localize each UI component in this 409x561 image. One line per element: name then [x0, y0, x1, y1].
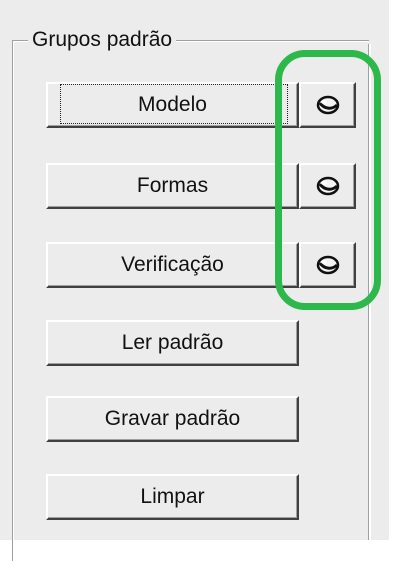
formas-button-label: Formas — [136, 174, 209, 197]
verificacao-button-label: Verificação — [121, 253, 224, 276]
options-panel: Grupos padrão Modelo Formas Verificação — [0, 0, 389, 561]
ler-padrao-button-label: Ler padrão — [121, 331, 224, 354]
gravar-padrao-button[interactable]: Gravar padrão — [46, 396, 299, 442]
modelo-button-label: Modelo — [138, 93, 207, 116]
limpar-button[interactable]: Limpar — [46, 474, 299, 520]
magic-ball-icon — [316, 95, 339, 115]
modelo-button[interactable]: Modelo — [46, 82, 299, 128]
panel-divider — [368, 44, 371, 540]
magic-ball-icon — [316, 176, 339, 196]
formas-settings-button[interactable] — [299, 163, 356, 209]
gravar-padrao-button-label: Gravar padrão — [104, 407, 241, 430]
verificacao-settings-button[interactable] — [299, 242, 356, 288]
limpar-button-label: Limpar — [140, 485, 205, 508]
ler-padrao-button[interactable]: Ler padrão — [46, 320, 299, 366]
group-title: Grupos padrão — [28, 27, 177, 53]
formas-button[interactable]: Formas — [46, 163, 299, 209]
modelo-settings-button[interactable] — [299, 82, 356, 128]
magic-ball-icon — [316, 255, 339, 275]
verificacao-button[interactable]: Verificação — [46, 242, 299, 288]
